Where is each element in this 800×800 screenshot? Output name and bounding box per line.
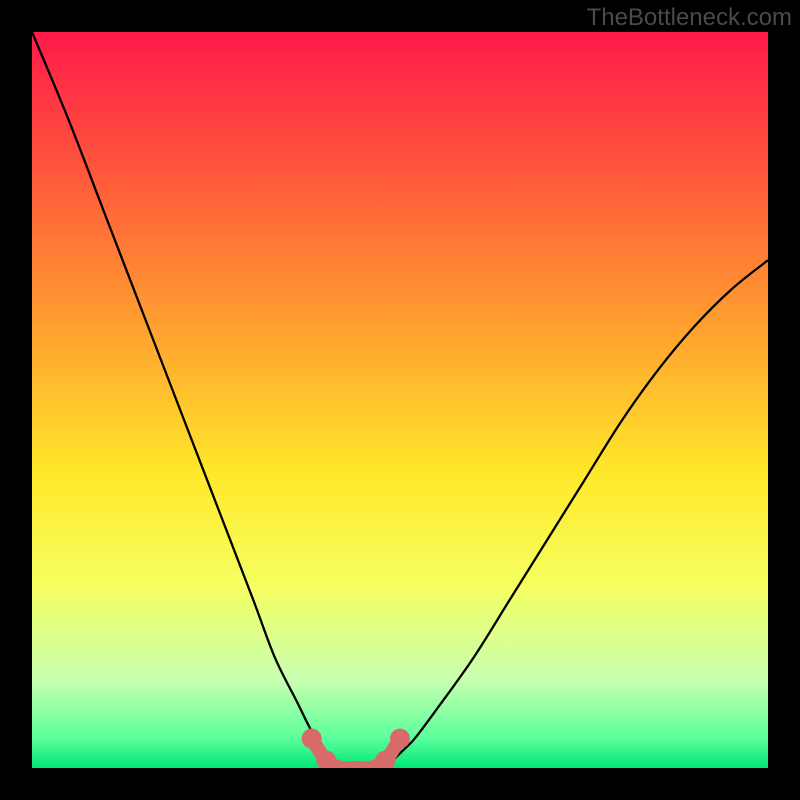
watermark-text: TheBottleneck.com [587,4,792,32]
chart-container: TheBottleneck.com [0,0,800,800]
gradient-background [32,32,768,768]
plot-frame [32,32,768,768]
red-overlay-dot [302,729,322,749]
bottleneck-curve-plot [32,32,768,768]
red-overlay-dot [390,729,410,749]
